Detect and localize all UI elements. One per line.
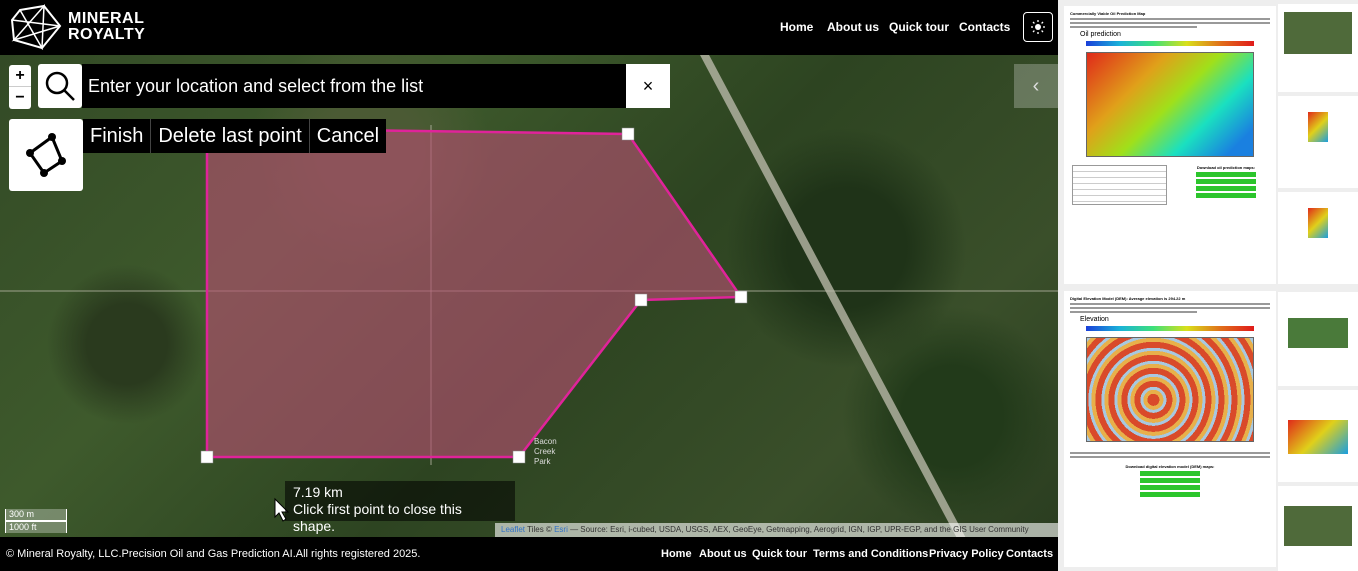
- map-scale: 300 m 1000 ft: [5, 509, 67, 533]
- delete-last-point-button[interactable]: Delete last point: [151, 119, 310, 153]
- attribution-tiles: Tiles ©: [527, 525, 552, 534]
- oil-prediction-map-image: [1086, 52, 1254, 157]
- brand-line-2: ROYALTY: [68, 26, 146, 43]
- nav-home[interactable]: Home: [780, 20, 813, 34]
- download-button[interactable]: [1196, 193, 1256, 198]
- page-thumbnail[interactable]: [1278, 192, 1358, 284]
- download-button[interactable]: [1196, 172, 1256, 177]
- report-page2-download: Download digital elevation model (DEM) m…: [1125, 464, 1215, 469]
- footer-link-quick-tour[interactable]: Quick tour: [752, 548, 807, 560]
- draw-actions-toolbar: Finish Delete last point Cancel: [83, 119, 387, 153]
- report-page1-heading: Oil prediction: [1080, 31, 1121, 38]
- download-button[interactable]: [1140, 492, 1200, 497]
- brand-name[interactable]: MINERAL ROYALTY: [68, 11, 145, 43]
- vertex-handle[interactable]: [621, 127, 635, 141]
- scale-imperial: 1000 ft: [5, 521, 67, 533]
- footer-link-contacts[interactable]: Contacts: [1006, 548, 1053, 560]
- download-button[interactable]: [1140, 478, 1200, 483]
- report-page-oil-prediction[interactable]: Commercially Viable Oil Prediction Map O…: [1064, 6, 1276, 284]
- zoom-control: + −: [9, 65, 31, 109]
- chevron-left-icon: ‹: [1032, 74, 1040, 97]
- finish-button[interactable]: Finish: [83, 119, 152, 153]
- mineral-royalty-logo[interactable]: [10, 4, 62, 50]
- download-button[interactable]: [1140, 471, 1200, 476]
- map-label-park: Bacon Creek Park: [534, 437, 557, 466]
- esri-link[interactable]: Esri: [554, 525, 568, 534]
- download-button[interactable]: [1196, 186, 1256, 191]
- vertex-handle[interactable]: [512, 450, 526, 464]
- collapse-panel-button[interactable]: ‹: [1014, 64, 1058, 108]
- nav-contacts[interactable]: Contacts: [959, 20, 1010, 34]
- zoom-out-button[interactable]: −: [9, 87, 31, 109]
- copyright-text: © Mineral Royalty, LLC.Precision Oil and…: [6, 548, 421, 560]
- page-thumbnail[interactable]: [1278, 4, 1358, 92]
- download-button[interactable]: [1140, 485, 1200, 490]
- footer-link-terms[interactable]: Terms and Conditions: [813, 548, 928, 560]
- download-button[interactable]: [1196, 179, 1256, 184]
- footer-link-about[interactable]: About us: [699, 548, 747, 560]
- footer: © Mineral Royalty, LLC.Precision Oil and…: [0, 537, 1058, 571]
- page-thumbnail[interactable]: [1278, 390, 1358, 482]
- probability-table: [1072, 165, 1167, 205]
- cancel-button[interactable]: Cancel: [310, 119, 386, 153]
- attribution-source: — Source: Esri, i-cubed, USDA, USGS, AEX…: [570, 525, 1029, 534]
- oil-legend-bar: [1086, 41, 1254, 46]
- top-navbar: MINERAL ROYALTY Home About us Quick tour…: [0, 0, 1058, 55]
- vertex-handle[interactable]: [200, 450, 214, 464]
- report-page2-title: Digital Elevation Model (DEM): Average e…: [1070, 296, 1186, 301]
- report-page-elevation[interactable]: Digital Elevation Model (DEM): Average e…: [1064, 291, 1276, 567]
- elevation-map-image: [1086, 337, 1254, 442]
- report-page1-download: Download oil prediction maps:: [1196, 165, 1256, 170]
- search-button[interactable]: [38, 64, 82, 108]
- leaflet-link[interactable]: Leaflet: [501, 525, 525, 534]
- map-attribution: Leaflet Tiles © Esri — Source: Esri, i-c…: [495, 523, 1058, 537]
- scale-metric: 300 m: [5, 509, 67, 521]
- draw-polygon-button[interactable]: [9, 119, 83, 191]
- nav-quick-tour[interactable]: Quick tour: [889, 20, 949, 34]
- page-thumbnail[interactable]: [1278, 486, 1358, 571]
- search-icon: [45, 71, 75, 101]
- zoom-in-button[interactable]: +: [9, 65, 31, 87]
- clear-search-button[interactable]: ×: [626, 64, 670, 108]
- sun-icon: [1031, 20, 1045, 34]
- report-preview-panel[interactable]: Commercially Viable Oil Prediction Map O…: [1058, 0, 1358, 571]
- footer-link-privacy[interactable]: Privacy Policy: [929, 548, 1004, 560]
- search-input[interactable]: [88, 76, 626, 97]
- elevation-legend-bar: [1086, 326, 1254, 331]
- vertex-handle[interactable]: [734, 290, 748, 304]
- tooltip-hint: Click first point to close this shape.: [293, 501, 462, 534]
- footer-link-home[interactable]: Home: [661, 548, 692, 560]
- page-thumbnail[interactable]: [1278, 96, 1358, 188]
- nav-about[interactable]: About us: [827, 20, 879, 34]
- polygon-draw-icon: [26, 133, 66, 177]
- brand-line-1: MINERAL: [68, 10, 145, 27]
- draw-tooltip: 7.19 km Click first point to close this …: [285, 481, 515, 534]
- tooltip-distance: 7.19 km: [293, 484, 343, 500]
- report-page1-title: Commercially Viable Oil Prediction Map: [1070, 11, 1146, 16]
- theme-toggle-button[interactable]: [1023, 12, 1053, 42]
- vertex-handle[interactable]: [634, 293, 648, 307]
- page-thumbnail[interactable]: [1278, 292, 1358, 386]
- search-bar: [82, 64, 626, 108]
- report-page2-heading: Elevation: [1080, 316, 1109, 323]
